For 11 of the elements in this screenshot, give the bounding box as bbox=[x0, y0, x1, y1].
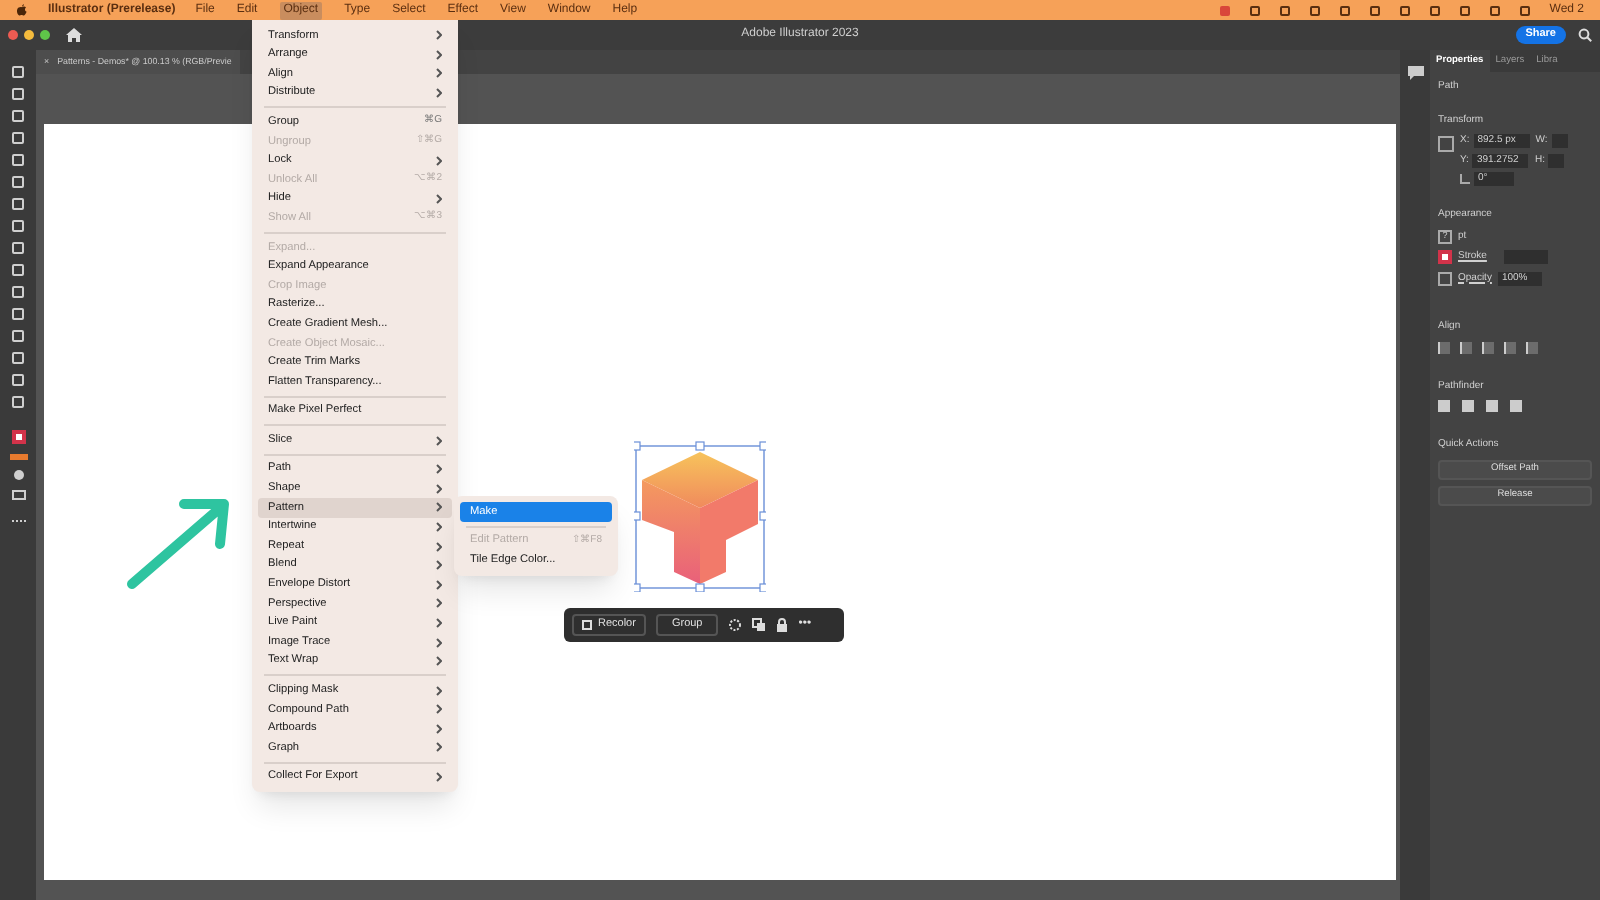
home-icon[interactable] bbox=[66, 28, 82, 42]
angle-icon bbox=[1460, 174, 1470, 184]
close-window-icon[interactable] bbox=[8, 30, 18, 40]
fill-stroke-swatch-icon[interactable] bbox=[11, 430, 25, 444]
comment-icon[interactable] bbox=[1407, 66, 1423, 80]
lock-icon[interactable] bbox=[776, 618, 789, 632]
stroke-swatch[interactable] bbox=[1438, 250, 1452, 265]
duplicate-icon[interactable] bbox=[752, 618, 767, 632]
apple-logo-icon[interactable] bbox=[16, 3, 28, 17]
maximize-window-icon[interactable] bbox=[40, 30, 50, 40]
minimize-window-icon[interactable] bbox=[24, 30, 34, 40]
